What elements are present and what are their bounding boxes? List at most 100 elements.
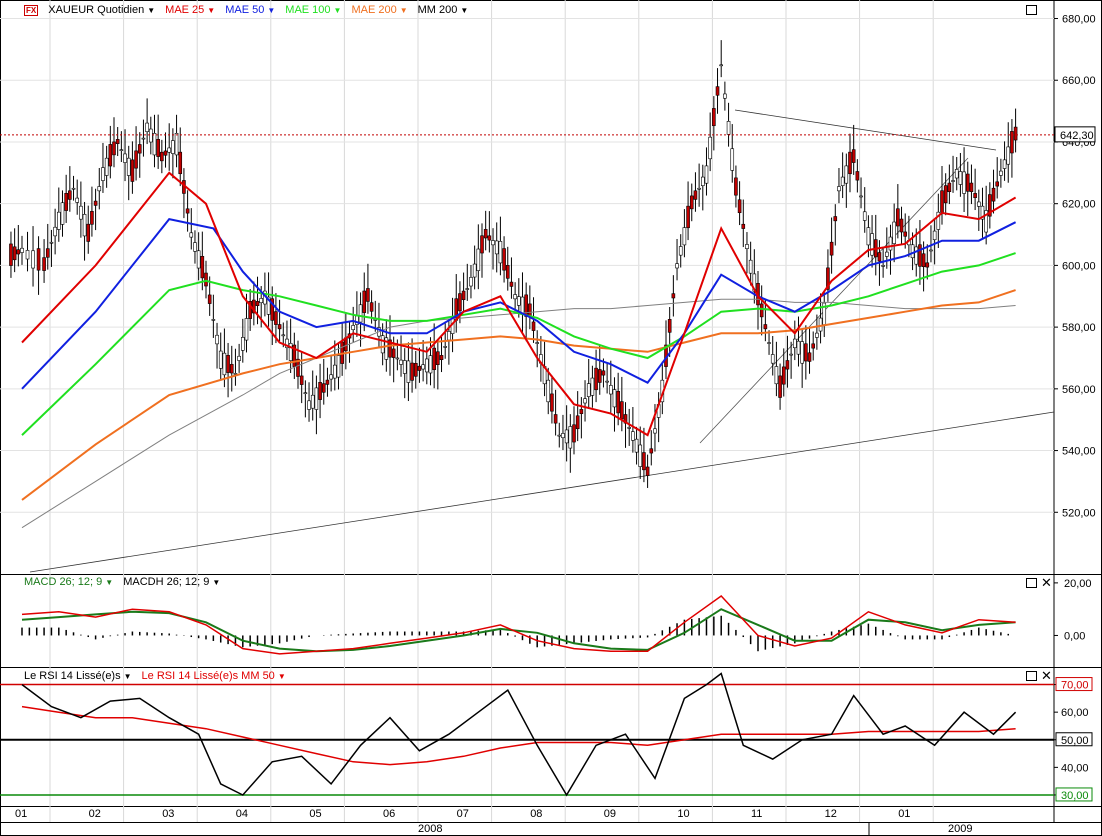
candle-body xyxy=(973,193,977,198)
dropdown-arrow-icon: ▼ xyxy=(460,5,469,15)
candle-body xyxy=(575,415,580,430)
candle-body xyxy=(171,140,175,154)
candle-body xyxy=(494,240,499,255)
candle-body xyxy=(976,201,981,207)
candle-body xyxy=(918,244,922,267)
candle-body xyxy=(115,139,120,144)
symbol-label: XAUEUR Quotidien xyxy=(48,4,145,16)
candle-body xyxy=(929,249,933,252)
candle-body xyxy=(104,157,109,176)
candle-body xyxy=(520,296,525,315)
candle-body xyxy=(42,257,46,271)
price-legend-item[interactable]: MAE 50 ▼ xyxy=(225,4,275,16)
candle-body xyxy=(899,218,904,233)
dropdown-arrow-icon: ▼ xyxy=(147,5,156,15)
candle-body xyxy=(557,434,562,437)
candle-body xyxy=(130,159,135,182)
candle-body xyxy=(56,211,61,230)
candle-body xyxy=(954,169,959,179)
price-tick-label: 580,00 xyxy=(1062,322,1096,334)
month-tick-label: 03 xyxy=(162,808,174,820)
candle-body xyxy=(881,265,885,267)
candle-body xyxy=(505,265,510,279)
candle-body xyxy=(605,380,609,383)
candle-body xyxy=(145,122,149,133)
candle-body xyxy=(884,251,889,257)
candle-body xyxy=(748,259,753,274)
candle-body xyxy=(49,241,54,244)
candle-body xyxy=(82,214,87,237)
year-label: 2009 xyxy=(948,823,972,835)
macd-legend-item[interactable]: MACDH 26; 12; 9 ▼ xyxy=(123,576,220,588)
month-tick-label: 06 xyxy=(383,808,395,820)
price-legend-item[interactable]: MAE 100 ▼ xyxy=(285,4,341,16)
close-rsi-panel-icon[interactable]: ✕ xyxy=(1041,669,1052,682)
candle-body xyxy=(811,343,816,349)
dropdown-arrow-icon: ▼ xyxy=(123,671,132,681)
candle-body xyxy=(472,263,477,278)
candle-body xyxy=(502,248,506,271)
rsi-tick-label: 50,00 xyxy=(1061,735,1089,747)
candle-body xyxy=(241,337,245,351)
candle-body xyxy=(424,358,429,373)
candle-body xyxy=(31,250,35,269)
candle-body xyxy=(36,248,41,271)
price-legend-item[interactable]: MAE 25 ▼ xyxy=(165,4,215,16)
macd-legend-item[interactable]: MACD 26; 12; 9 ▼ xyxy=(24,576,113,588)
close-macd-panel-icon[interactable]: ✕ xyxy=(1041,576,1052,589)
maximize-rsi-panel-button[interactable] xyxy=(1026,671,1037,681)
price-legend-item[interactable]: MM 200 ▼ xyxy=(418,4,469,16)
chart-canvas[interactable]: 01 02 03 04 05 06 07 08 09 10 11 12 01 2008 2009 680,00… xyxy=(0,0,1102,836)
candle-body xyxy=(112,141,116,156)
candle-body xyxy=(962,171,966,194)
rsi-signal-line xyxy=(21,705,1016,766)
candle-body xyxy=(767,342,771,344)
candle-body xyxy=(712,108,716,127)
candle-body xyxy=(837,186,841,192)
dropdown-arrow-icon: ▼ xyxy=(267,5,276,15)
macd-tick-label: 0,00 xyxy=(1064,630,1085,642)
macd-tick-label: 20,00 xyxy=(1064,578,1092,590)
candle-body xyxy=(678,246,683,256)
candle-body xyxy=(785,360,790,370)
candle-body xyxy=(693,190,698,200)
candle-body xyxy=(329,374,333,380)
candle-body xyxy=(215,334,219,345)
price-legend-label: MAE 100 xyxy=(285,4,331,16)
candle-body xyxy=(892,221,896,244)
chart-window: 01 02 03 04 05 06 07 08 09 10 11 12 01 2008 2009 680,00… xyxy=(0,0,1102,836)
candle-body xyxy=(274,311,278,325)
candle-body xyxy=(185,208,190,214)
candle-body xyxy=(20,247,24,253)
candle-body xyxy=(476,248,481,271)
candle-body xyxy=(859,195,863,198)
candle-body xyxy=(60,202,65,225)
month-tick-label: 07 xyxy=(457,808,469,820)
candle-body xyxy=(218,350,223,369)
candle-body xyxy=(888,236,893,251)
rsi-legend-item[interactable]: Le RSI 14 Lissé(e)s ▼ xyxy=(24,670,132,682)
price-legend-item[interactable]: MAE 200 ▼ xyxy=(351,4,407,16)
maximize-macd-panel-button[interactable] xyxy=(1026,578,1037,588)
candle-body xyxy=(597,369,602,383)
rsi-tick-label: 70,00 xyxy=(1061,680,1089,692)
month-tick-label: 08 xyxy=(530,808,542,820)
candle-body xyxy=(704,165,709,184)
candle-body xyxy=(631,431,635,441)
candle-body xyxy=(395,357,400,360)
maximize-price-panel-button[interactable] xyxy=(1026,5,1037,15)
candle-body xyxy=(737,199,742,214)
candle-body xyxy=(516,296,521,306)
price-tick-label: 560,00 xyxy=(1062,384,1096,396)
price-tick-label: 620,00 xyxy=(1062,199,1096,211)
month-tick-label: 09 xyxy=(604,808,616,820)
price-tick-label: 660,00 xyxy=(1062,75,1096,87)
candle-body xyxy=(759,303,764,318)
rsi-legend-item[interactable]: Le RSI 14 Lissé(e)s MM 50 ▼ xyxy=(142,670,286,682)
price-legend-label: MM 200 xyxy=(417,4,458,16)
candle-body xyxy=(969,182,974,193)
candle-body xyxy=(792,338,797,349)
candle-body xyxy=(579,409,584,415)
symbol-selector[interactable]: XAUEUR Quotidien ▼ xyxy=(48,4,155,16)
dropdown-arrow-icon: ▼ xyxy=(105,577,114,587)
